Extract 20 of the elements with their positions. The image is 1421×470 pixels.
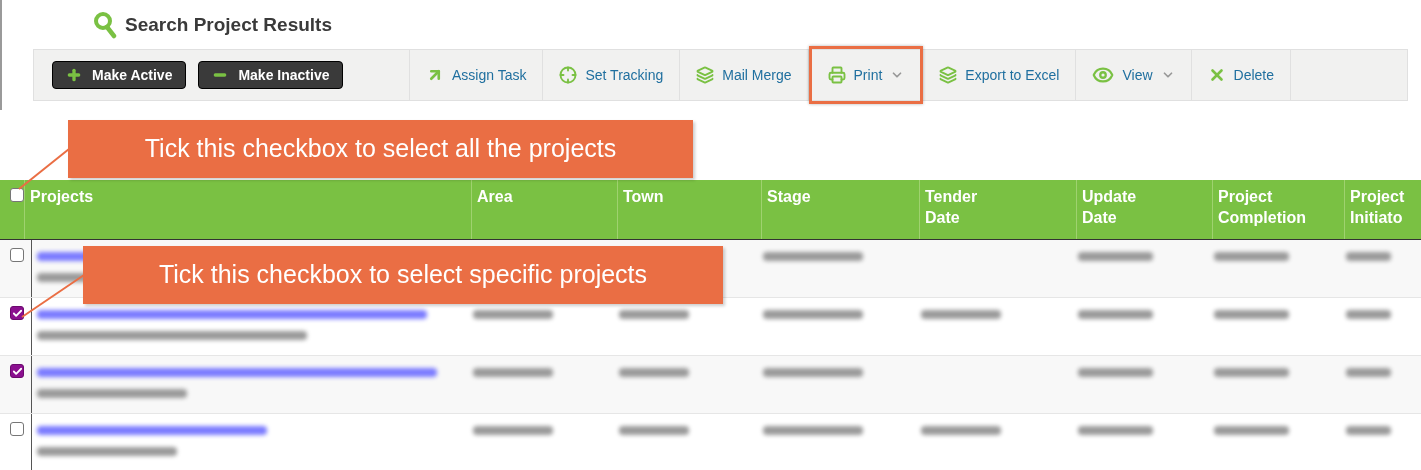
page-title: Search Project Results: [125, 12, 332, 37]
column-header: Projects: [30, 187, 94, 207]
toolbar-button[interactable]: Mail Merge: [680, 50, 809, 100]
toolbar-button[interactable]: View: [1076, 50, 1192, 100]
toolbar-button[interactable]: Make Active: [52, 61, 187, 89]
toolbar-button[interactable]: Delete: [1191, 50, 1292, 100]
column-header: Stage: [767, 187, 811, 207]
callout: Tick this checkbox to select specific projects: [83, 246, 723, 304]
toolbar-button[interactable]: Set Tracking: [543, 50, 681, 100]
column-header: Tender Date: [925, 187, 978, 228]
toolbar-button[interactable]: Print: [808, 46, 924, 104]
column-header: Update Date: [1082, 187, 1137, 228]
toolbar-button[interactable]: Assign Task: [410, 50, 544, 100]
column-header: Town: [623, 187, 664, 207]
column-header: Area: [477, 187, 513, 207]
column-header: Project Initiato: [1350, 187, 1405, 228]
toolbar-button[interactable]: Make Inactive: [198, 61, 344, 89]
toolbar-button[interactable]: Export to Excel: [923, 50, 1077, 100]
column-header: Project Completion: [1218, 187, 1306, 228]
callout: Tick this checkbox to select all the projects: [68, 120, 693, 178]
